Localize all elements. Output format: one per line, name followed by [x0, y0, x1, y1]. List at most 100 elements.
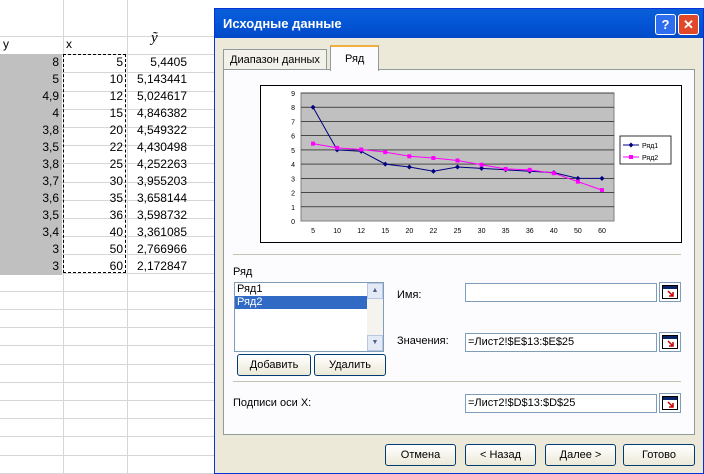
y-tick-label: 5 — [291, 148, 295, 155]
remove-series-label: Удалить — [329, 359, 371, 371]
sheet-cell-y[interactable]: 3 — [0, 258, 62, 275]
copy-selection-marquee — [63, 54, 126, 273]
x-tick-label: 12 — [357, 228, 365, 235]
x-tick-label: 50 — [574, 228, 582, 235]
sheet-cell-yhat[interactable]: 3,955203 — [127, 173, 190, 190]
sheet-cell-yhat[interactable]: 3,598732 — [127, 207, 190, 224]
y-tick-label: 2 — [291, 191, 295, 198]
sheet-cell-y[interactable]: 3,5 — [0, 207, 62, 224]
series-point — [311, 141, 316, 146]
sheet-cell-yhat[interactable]: 5,024617 — [127, 88, 190, 105]
grid-row-line — [0, 364, 214, 365]
x-tick-label: 10 — [333, 228, 341, 235]
y-tick-label: 4 — [291, 162, 295, 169]
series-point — [527, 167, 532, 172]
add-series-button[interactable]: Добавить — [237, 354, 311, 376]
scroll-track[interactable] — [367, 299, 383, 335]
collapse-dialog-icon — [662, 396, 678, 410]
grid-row-line — [0, 382, 214, 383]
sheet-cell-yhat[interactable]: 4,430498 — [127, 139, 190, 156]
sheet-cell-yhat[interactable]: 3,658144 — [127, 190, 190, 207]
grid-row-line — [0, 309, 214, 310]
name-ref-button[interactable] — [659, 282, 681, 302]
x-tick-label: 25 — [454, 228, 462, 235]
values-label: Значения: — [397, 335, 449, 347]
x-tick-label: 20 — [405, 228, 413, 235]
grid-row-line — [0, 291, 214, 292]
cancel-label: Отмена — [400, 449, 441, 461]
sheet-cell-y[interactable]: 3,4 — [0, 224, 62, 241]
cancel-button[interactable]: Отмена — [385, 444, 456, 466]
series-item-selected[interactable]: Ряд2 — [235, 296, 367, 309]
name-label: Имя: — [397, 289, 422, 301]
sheet-cell-y[interactable]: 3 — [0, 241, 62, 258]
back-button[interactable]: < Назад — [465, 444, 536, 466]
axis-labels-label: Подписи оси X: — [233, 397, 312, 409]
sheet-cell-y[interactable]: 3,6 — [0, 190, 62, 207]
legend-label: Ряд1 — [642, 143, 658, 150]
scroll-down-icon[interactable]: ▼ — [367, 335, 383, 351]
grid-row-line — [0, 436, 214, 437]
close-button[interactable]: ✕ — [678, 14, 699, 35]
collapse-dialog-icon — [662, 285, 678, 299]
sheet-cell-y[interactable]: 3,7 — [0, 173, 62, 190]
tab-data-range[interactable]: Диапазон данных — [223, 49, 327, 71]
sheet-cell-yhat[interactable]: 5,4405 — [127, 54, 190, 71]
series-point — [551, 171, 556, 176]
tab-series[interactable]: Ряд — [330, 45, 380, 71]
sheet-cell-y[interactable]: 3,8 — [0, 122, 62, 139]
series-point — [599, 188, 604, 193]
sheet-cell-yhat[interactable]: 3,361085 — [127, 224, 190, 241]
next-label: Далее > — [559, 449, 602, 461]
remove-series-button[interactable]: Удалить — [314, 354, 386, 376]
x-tick-label: 22 — [430, 228, 438, 235]
name-field[interactable] — [465, 283, 657, 302]
sheet-cell-yhat[interactable]: 4,846382 — [127, 105, 190, 122]
y-tick-label: 0 — [291, 219, 295, 226]
sheet-cell-y[interactable]: 5 — [0, 71, 62, 88]
series-item[interactable]: Ряд1 — [235, 283, 367, 296]
x-tick-label: 5 — [311, 228, 315, 235]
series-point — [407, 154, 412, 159]
x-tick-label: 40 — [550, 228, 558, 235]
dialog-title: Исходные данные — [223, 16, 342, 31]
next-button[interactable]: Далее > — [545, 444, 616, 466]
listbox-scrollbar[interactable]: ▲ ▼ — [367, 283, 383, 351]
sheet-cell-yhat[interactable]: 2,172847 — [127, 258, 190, 275]
series-point — [575, 179, 580, 184]
series-point — [335, 145, 340, 150]
y-tick-label: 1 — [291, 205, 295, 212]
sheet-cell-y[interactable]: 3,5 — [0, 139, 62, 156]
back-label: < Назад — [480, 449, 521, 461]
grid-row-line — [0, 345, 214, 346]
sheet-cell-yhat[interactable]: 4,549322 — [127, 122, 190, 139]
x-tick-label: 35 — [502, 228, 510, 235]
finish-button[interactable]: Готово — [623, 444, 695, 466]
series-listbox[interactable]: Ряд1 Ряд2 ▲ ▼ — [234, 282, 384, 352]
sheet-cell-y[interactable]: 8 — [0, 54, 62, 71]
scroll-up-icon[interactable]: ▲ — [367, 283, 383, 299]
axis-labels-ref-button[interactable] — [659, 393, 681, 413]
values-ref-button[interactable] — [659, 332, 681, 352]
y-tick-label: 8 — [291, 105, 295, 112]
legend-label: Ряд2 — [642, 155, 658, 162]
axis-labels-field[interactable]: =Лист2!$D$13:$D$25 — [465, 394, 657, 413]
sheet-cell-yhat[interactable]: 4,252263 — [127, 156, 190, 173]
header-y: y — [3, 37, 9, 51]
y-tick-label: 7 — [291, 119, 295, 126]
sheet-cell-y[interactable]: 3,8 — [0, 156, 62, 173]
sheet-cell-y[interactable]: 4,9 — [0, 88, 62, 105]
y-tick-label: 6 — [291, 134, 295, 141]
sheet-cell-yhat[interactable]: 5,143441 — [127, 71, 190, 88]
separator — [233, 254, 681, 255]
dialog-titlebar[interactable]: Исходные данные ? ✕ — [215, 9, 703, 38]
spreadsheet[interactable]: y x ỹ 8 5 5,4405 5 10 5,143441 4,9 12 5,024617 4 1… — [0, 0, 214, 474]
sheet-cell-yhat[interactable]: 2,766966 — [127, 241, 190, 258]
values-field[interactable]: =Лист2!$E$13:$E$25 — [465, 333, 657, 352]
help-button[interactable]: ? — [655, 14, 676, 35]
sheet-cell-y[interactable]: 4 — [0, 105, 62, 122]
header-x: x — [66, 37, 72, 51]
plot-area — [300, 92, 615, 222]
finish-label: Готово — [642, 449, 676, 461]
collapse-dialog-icon — [662, 335, 678, 349]
